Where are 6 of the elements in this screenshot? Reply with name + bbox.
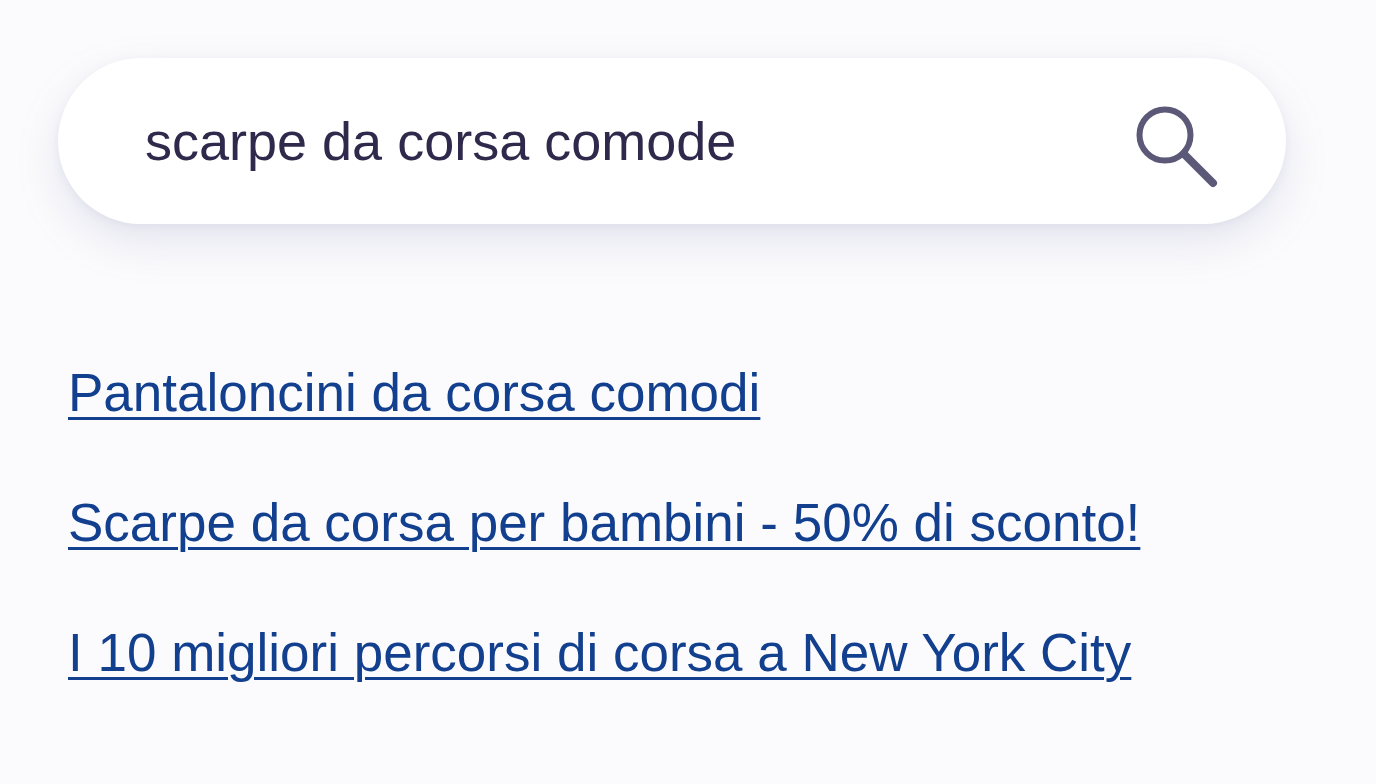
search-bar[interactable]: scarpe da corsa comode — [58, 58, 1286, 224]
search-suggestion-link[interactable]: Pantaloncini da corsa comodi — [68, 363, 761, 422]
search-icon[interactable] — [1134, 104, 1218, 188]
search-suggestion-link[interactable]: Scarpe da corsa per bambini - 50% di sconto! — [68, 493, 1141, 552]
search-suggestion-link[interactable]: I 10 migliori percorsi di corsa a New York City — [68, 623, 1132, 682]
search-input[interactable]: scarpe da corsa comode — [145, 105, 1110, 177]
